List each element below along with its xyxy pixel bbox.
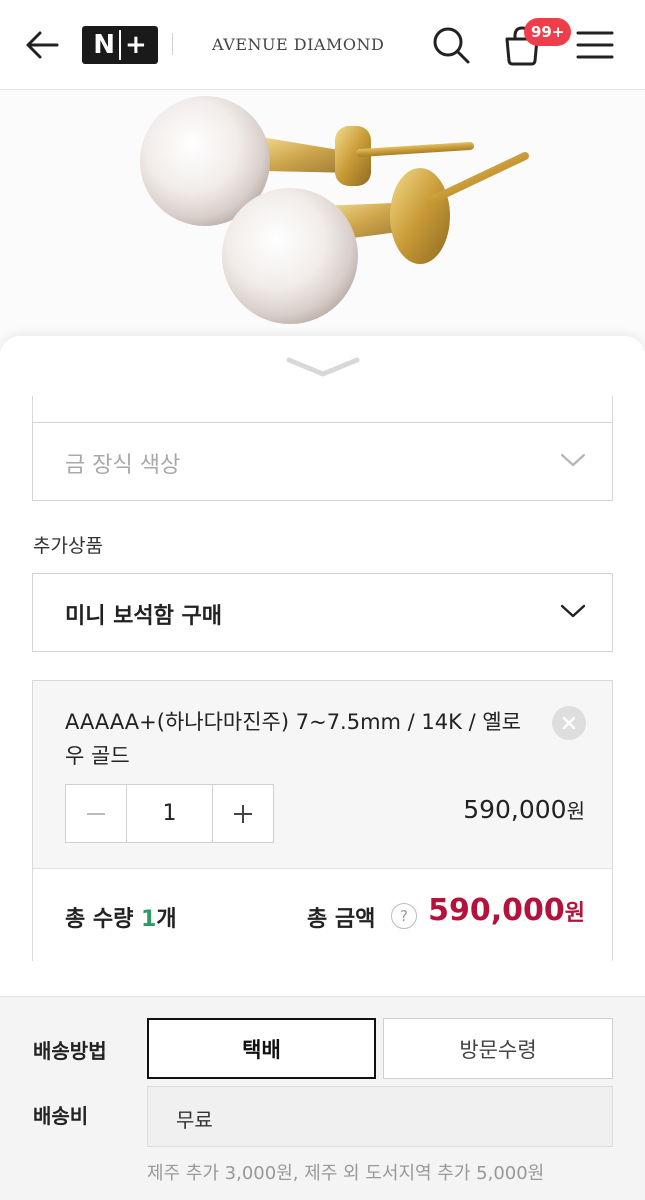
selected-option-card: AAAAA+(하나다마진주) 7~7.5mm / 14K / 옐로우 골드 1 … <box>32 680 613 961</box>
pearl-earrings-image <box>0 91 645 351</box>
search-button[interactable] <box>430 24 472 66</box>
store-brand-name[interactable]: AVENUE DIAMOND <box>212 35 384 54</box>
addon-section-label: 추가상품 <box>33 535 103 557</box>
chevron-down-icon <box>560 604 586 618</box>
hamburger-menu-icon <box>576 31 614 59</box>
selected-option-name: AAAAA+(하나다마진주) 7~7.5mm / 14K / 옐로우 골드 <box>65 710 521 768</box>
gold-color-placeholder: 금 장식 색상 <box>65 453 181 478</box>
top-header: N + AVENUE DIAMOND 99+ <box>0 0 645 90</box>
close-icon <box>562 716 576 730</box>
total-qty-unit: 개 <box>156 907 177 932</box>
menu-button[interactable] <box>574 26 616 64</box>
total-amount-currency: 원 <box>564 901 585 926</box>
previous-option-select-partial[interactable] <box>32 396 613 424</box>
total-amount: 590,000원 <box>428 893 585 928</box>
quantity-stepper: 1 <box>65 784 274 843</box>
option-price: 590,000원 <box>463 795 585 824</box>
shipping-method-pickup-button[interactable]: 방문수령 <box>383 1018 613 1079</box>
shipping-method-courier-button[interactable]: 택배 <box>147 1018 376 1079</box>
addon-product-select[interactable]: 미니 보석함 구매 <box>32 573 613 652</box>
total-qty-value: 1 <box>141 907 157 932</box>
shipping-section: 배송방법 택배 방문수령 배송비 무료 제주 추가 3,000원, 제주 외 도… <box>0 996 645 1200</box>
product-image <box>0 91 645 351</box>
logo-divider <box>118 30 121 60</box>
naver-logo-text: N <box>93 30 115 60</box>
gold-color-select[interactable]: 금 장식 색상 <box>32 422 613 501</box>
option-price-currency: 원 <box>566 799 585 823</box>
chevron-down-icon <box>560 453 586 467</box>
shipping-fee-label: 배송비 <box>33 1104 89 1128</box>
increase-quantity-button[interactable] <box>213 785 273 842</box>
brand-divider <box>172 33 173 55</box>
plus-icon <box>234 804 252 823</box>
total-quantity: 총 수량 1개 <box>65 901 177 933</box>
option-price-value: 590,000 <box>463 795 567 824</box>
naver-plus-logo[interactable]: N + <box>82 26 158 64</box>
decrease-quantity-button[interactable] <box>66 785 126 842</box>
search-icon <box>433 27 470 64</box>
cart-count-badge: 99+ <box>524 18 572 46</box>
minus-icon <box>87 812 105 815</box>
total-summary-row: 총 수량 1개 총 금액 ? 590,000원 <box>33 868 612 961</box>
back-arrow-icon <box>26 31 59 59</box>
help-icon[interactable]: ? <box>391 903 417 929</box>
plus-glyph: + <box>124 30 147 60</box>
shipping-fee-box: 무료 <box>147 1086 613 1147</box>
back-button[interactable] <box>22 25 62 65</box>
total-amount-label: 총 금액 <box>307 907 376 932</box>
option-bottom-sheet: 금 장식 색상 추가상품 미니 보석함 구매 AAAAA+(하나다마진주) 7~… <box>0 336 645 1200</box>
chevron-down-icon <box>286 357 360 377</box>
addon-select-value: 미니 보석함 구매 <box>65 604 222 629</box>
shipping-fee-value: 무료 <box>176 1108 213 1132</box>
total-qty-label: 총 수량 <box>65 907 142 932</box>
sheet-collapse-handle[interactable] <box>283 350 363 380</box>
quantity-value[interactable]: 1 <box>126 785 213 842</box>
total-amount-value: 590,000 <box>428 893 565 928</box>
shipping-fee-note: 제주 추가 3,000원, 제주 외 도서지역 추가 5,000원 <box>147 1163 545 1184</box>
shipping-method-label: 배송방법 <box>33 1039 107 1063</box>
remove-option-button[interactable] <box>552 706 586 740</box>
